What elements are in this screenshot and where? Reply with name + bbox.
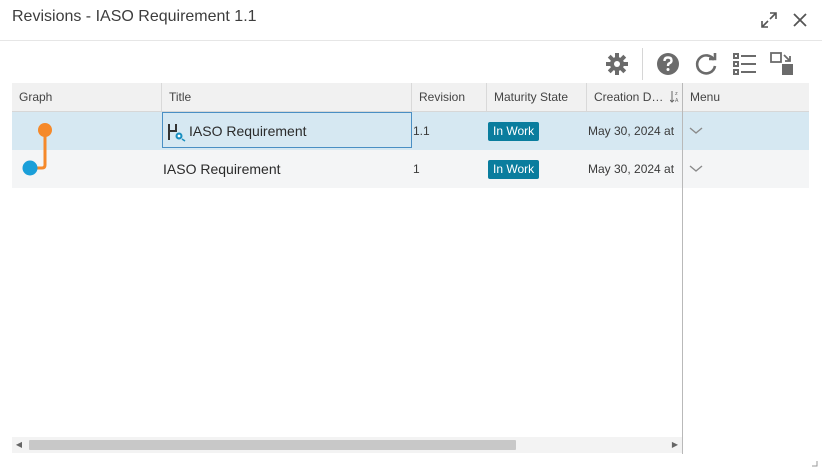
list-view-icon[interactable] bbox=[731, 50, 759, 78]
resize-grip-icon[interactable] bbox=[812, 461, 818, 467]
table-row[interactable]: IASO Requirement 1.1 In Work May 30, 202… bbox=[12, 112, 809, 150]
row-title: IASO Requirement bbox=[189, 123, 307, 139]
creation-date-cell: May 30, 2024 at bbox=[588, 124, 675, 138]
column-header-menu[interactable]: Menu bbox=[683, 83, 809, 111]
svg-text:z: z bbox=[675, 91, 678, 97]
column-header-title[interactable]: Title bbox=[162, 83, 412, 111]
row-title[interactable]: IASO Requirement bbox=[163, 150, 412, 188]
revision-graph-node bbox=[22, 150, 47, 176]
table-row[interactable]: IASO Requirement 1 In Work May 30, 2024 … bbox=[12, 150, 809, 188]
column-header-maturity-state[interactable]: Maturity State bbox=[487, 83, 587, 111]
requirement-icon bbox=[168, 124, 186, 142]
settings-icon[interactable] bbox=[603, 50, 631, 78]
column-header-revision[interactable]: Revision bbox=[412, 83, 487, 111]
maturity-badge[interactable]: In Work bbox=[488, 160, 540, 180]
creation-date-cell: May 30, 2024 at bbox=[588, 162, 675, 176]
chevron-down-icon[interactable] bbox=[689, 164, 703, 174]
scroll-left-icon[interactable]: ◀ bbox=[12, 437, 26, 453]
close-icon[interactable] bbox=[789, 9, 811, 31]
title-bar: Revisions - IASO Requirement 1.1 bbox=[0, 0, 822, 41]
scrollbar-thumb[interactable] bbox=[29, 440, 516, 450]
revision-graph-node bbox=[38, 123, 52, 150]
column-header-graph[interactable]: Graph bbox=[12, 83, 162, 111]
maturity-badge[interactable]: In Work bbox=[488, 122, 540, 142]
switch-view-icon[interactable] bbox=[768, 50, 796, 78]
scroll-right-icon[interactable]: ▶ bbox=[668, 437, 682, 453]
horizontal-scrollbar[interactable]: ◀ ▶ bbox=[12, 437, 682, 453]
maximize-icon[interactable] bbox=[758, 9, 780, 31]
column-header-creation-date[interactable]: Creation D… z A bbox=[587, 83, 683, 111]
frozen-column-divider bbox=[682, 83, 683, 454]
window-title: Revisions - IASO Requirement 1.1 bbox=[12, 8, 257, 25]
column-header-creation-date-label: Creation D… bbox=[594, 90, 664, 104]
maturity-cell: In Work bbox=[488, 112, 587, 150]
revisions-grid: Graph Title Revision Maturity State Crea… bbox=[12, 83, 809, 453]
revision-cell: 1.1 bbox=[413, 124, 430, 138]
revision-cell: 1 bbox=[413, 162, 420, 176]
sort-icon[interactable]: z A bbox=[670, 90, 680, 104]
toolbar-separator bbox=[642, 48, 643, 80]
grid-header: Graph Title Revision Maturity State Crea… bbox=[12, 83, 809, 112]
refresh-icon[interactable] bbox=[692, 50, 720, 78]
help-icon[interactable] bbox=[654, 50, 682, 78]
title-cell[interactable]: IASO Requirement bbox=[162, 112, 412, 148]
svg-text:A: A bbox=[675, 98, 679, 104]
chevron-down-icon[interactable] bbox=[689, 126, 703, 136]
maturity-cell: In Work bbox=[488, 150, 587, 188]
